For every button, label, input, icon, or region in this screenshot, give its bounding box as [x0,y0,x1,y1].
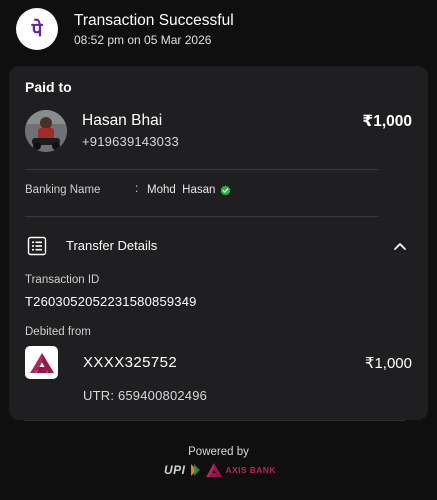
paid-to-label: Paid to [25,79,72,95]
chevron-up-icon[interactable] [392,238,408,254]
transaction-datetime: 08:52 pm on 05 Mar 2026 [74,32,212,47]
banking-name-label: Banking Name [25,184,101,196]
divider [25,216,378,217]
divider [25,169,378,170]
header: पे Transaction Successful 08:52 pm on 05… [16,8,234,50]
axis-bank-logo-icon [25,346,58,379]
payment-amount: ₹1,000 [362,113,412,130]
banking-name-value-wrap: Mohd Hasan [147,184,231,196]
payee-row[interactable]: Hasan Bhai +919639143033 ₹1,000 [25,110,412,156]
upi-logo-text: UPI [164,463,186,477]
phonepe-logo-icon: पे [16,8,58,50]
transaction-id-value[interactable]: T2603052052231580859349 [25,294,197,309]
page-title: Transaction Successful [74,11,234,29]
transfer-details-toggle[interactable]: Transfer Details [25,234,412,258]
banking-name-value: Mohd Hasan [147,184,216,196]
header-text: Transaction Successful 08:52 pm on 05 Ma… [74,11,234,48]
transaction-id-label: Transaction ID [25,274,100,286]
payee-name: Hasan Bhai [82,112,163,129]
payee-avatar [25,110,67,152]
transaction-card: Paid to Hasan Bhai +919639143033 ₹1,000 … [9,66,428,420]
axis-bank-mark-icon [29,352,54,373]
axis-bank-text: AXIS BANK [225,465,276,475]
document-list-icon [27,236,47,256]
app-logo-glyph: पे [31,19,43,41]
debited-from-label: Debited from [25,326,91,338]
banking-name-separator: : [135,183,139,195]
verified-check-icon [221,184,231,196]
powered-by-label: Powered by [188,446,249,458]
avatar-photo-icon [25,110,67,152]
footer-divider [24,420,405,421]
upi-arrow-icon [190,464,200,476]
transfer-details-label: Transfer Details [66,238,158,253]
footer-logos: UPI AXIS BANK [164,463,276,477]
debit-account-number: XXXX325752 [83,354,178,371]
payee-phone: +919639143033 [82,134,179,149]
utr-number[interactable]: UTR: 659400802496 [83,388,207,403]
transaction-receipt-page: पे Transaction Successful 08:52 pm on 05… [0,0,437,500]
axis-bank-small-icon [205,463,222,477]
debit-amount: ₹1,000 [364,355,412,372]
